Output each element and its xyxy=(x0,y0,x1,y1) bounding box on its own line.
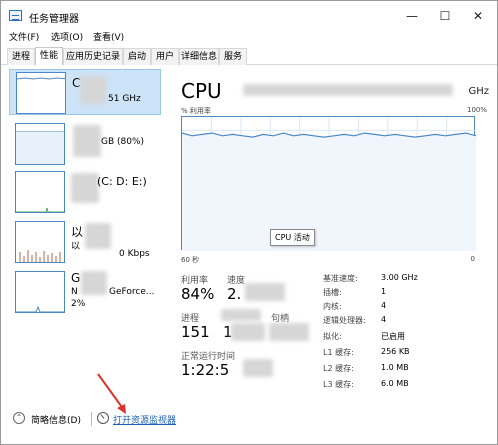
redacted-region xyxy=(221,309,261,321)
processes-value: 151 xyxy=(181,323,210,341)
menu-bar: 文件(F) 选项(O) 查看(V) xyxy=(1,31,497,45)
utilization-value: 84% xyxy=(181,285,215,303)
tab-startup[interactable]: 启动 xyxy=(123,48,151,65)
sidebar-gpu-line1: N xyxy=(71,287,78,297)
tab-processes[interactable]: 进程 xyxy=(7,48,35,65)
redacted-region xyxy=(80,76,106,104)
sidebar-item-gpu[interactable]: G N GeForce... 2% xyxy=(9,269,161,315)
uptime-value: 1:22:5 xyxy=(181,361,230,379)
divider xyxy=(91,412,92,426)
sidebar-memory-sub: GB (80%) xyxy=(101,137,145,147)
memory-thumbnail xyxy=(15,123,65,165)
open-resource-monitor-link[interactable]: 打开资源监视器 xyxy=(113,413,176,426)
sockets-value: 1 xyxy=(381,287,387,296)
close-button[interactable]: ✕ xyxy=(467,7,489,25)
tab-services[interactable]: 服务 xyxy=(219,48,247,65)
sidebar-gpu-name: GeForce... xyxy=(109,287,155,297)
sidebar-item-cpu[interactable]: C 51 GHz xyxy=(9,69,161,115)
cpu-graph-svg xyxy=(182,117,476,251)
window-title: 任务管理器 xyxy=(29,14,79,25)
tab-details[interactable]: 详细信息 xyxy=(179,48,219,65)
tab-app-history[interactable]: 应用历史记录 xyxy=(63,48,123,65)
resource-list: C 51 GHz GB (80%) (C: D: E:) 以 以 0 Kbps … xyxy=(9,69,161,399)
utilization-axis-label: % 利用率 xyxy=(181,107,211,115)
tab-bar: 进程 性能 应用历史记录 启动 用户 详细信息 服务 xyxy=(1,47,497,65)
sidebar-item-memory[interactable]: GB (80%) xyxy=(9,119,161,165)
speed-value: 2. xyxy=(227,285,242,303)
title-bar[interactable]: 任务管理器 — ☐ ✕ xyxy=(1,1,497,31)
sidebar-item-network[interactable]: 以 以 0 Kbps xyxy=(9,219,161,265)
menu-options[interactable]: 选项(O) xyxy=(51,31,83,45)
chevron-up-icon[interactable]: ⌃ xyxy=(13,412,25,424)
cores-value: 4 xyxy=(381,301,387,310)
cpu-thumbnail xyxy=(16,72,66,114)
l2-cache-value: 1.0 MB xyxy=(381,363,409,372)
redacted-region xyxy=(243,359,273,377)
network-thumbnail xyxy=(15,221,65,263)
redacted-region xyxy=(73,125,101,157)
tab-users[interactable]: 用户 xyxy=(151,48,179,65)
cpu-activity-tooltip: CPU 活动 xyxy=(270,229,315,246)
l3-cache-value: 6.0 MB xyxy=(381,379,409,388)
base-speed-value: 3.00 GHz xyxy=(381,273,418,282)
cpu-detail-panel: CPU GHz % 利用率 100% CPU 活动 60 秒 0 利用率 84%… xyxy=(173,69,491,399)
redacted-region xyxy=(231,323,265,341)
disk-thumbnail xyxy=(15,171,65,213)
base-speed-label: 基准速度: xyxy=(323,274,358,283)
sidebar-network-line1: 以 xyxy=(71,242,81,252)
l1-cache-label: L1 缓存: xyxy=(323,348,354,357)
sidebar-network-rate: 0 Kbps xyxy=(119,249,150,259)
l2-cache-label: L2 缓存: xyxy=(323,364,354,373)
tab-performance[interactable]: 性能 xyxy=(35,47,63,65)
sockets-label: 插槽: xyxy=(323,288,342,297)
logical-processors-label: 逻辑处理器: xyxy=(323,316,366,325)
graph-axis-right: 0 xyxy=(470,255,475,263)
logical-processors-value: 4 xyxy=(381,315,387,324)
virtualization-value: 已启用 xyxy=(381,332,405,341)
l1-cache-value: 256 KB xyxy=(381,347,410,356)
utilization-max-label: 100% xyxy=(466,106,487,114)
sidebar-gpu-usage: 2% xyxy=(71,299,86,309)
redacted-region xyxy=(269,323,309,341)
redacted-cpu-model xyxy=(243,84,453,96)
sidebar-cpu-sub: 51 GHz xyxy=(108,94,141,104)
fewer-details-button[interactable]: 简略信息(D) xyxy=(31,413,81,426)
virtualization-label: 拟化: xyxy=(323,332,342,341)
minimize-button[interactable]: — xyxy=(401,7,423,25)
maximize-button[interactable]: ☐ xyxy=(434,7,456,25)
cpu-usage-area xyxy=(182,133,476,251)
sidebar-disk-sub: (C: D: E:) xyxy=(97,175,147,188)
gpu-thumbnail xyxy=(15,271,65,313)
graph-axis-left: 60 秒 xyxy=(181,256,200,264)
redacted-region xyxy=(71,173,99,203)
sidebar-gpu-title: G xyxy=(71,271,81,285)
sidebar-network-title: 以 xyxy=(71,225,84,239)
task-manager-window: 任务管理器 — ☐ ✕ 文件(F) 选项(O) 查看(V) 进程 性能 应用历史… xyxy=(0,0,498,445)
l3-cache-label: L3 缓存: xyxy=(323,380,354,389)
cpu-activity-graph[interactable]: CPU 活动 xyxy=(181,116,476,251)
sidebar-item-disk[interactable]: (C: D: E:) xyxy=(9,169,161,215)
menu-file[interactable]: 文件(F) xyxy=(9,31,39,45)
cpu-model-tail: GHz xyxy=(468,86,489,97)
redacted-region xyxy=(81,271,107,295)
redacted-region xyxy=(85,223,111,249)
task-manager-icon xyxy=(9,10,22,21)
cpu-heading: CPU xyxy=(181,79,222,103)
bottom-bar: ⌃ 简略信息(D) 打开资源监视器 xyxy=(1,409,497,431)
menu-view[interactable]: 查看(V) xyxy=(93,31,124,45)
cores-label: 内核: xyxy=(323,302,342,311)
redacted-region xyxy=(245,283,285,301)
resource-monitor-icon[interactable] xyxy=(97,412,109,424)
